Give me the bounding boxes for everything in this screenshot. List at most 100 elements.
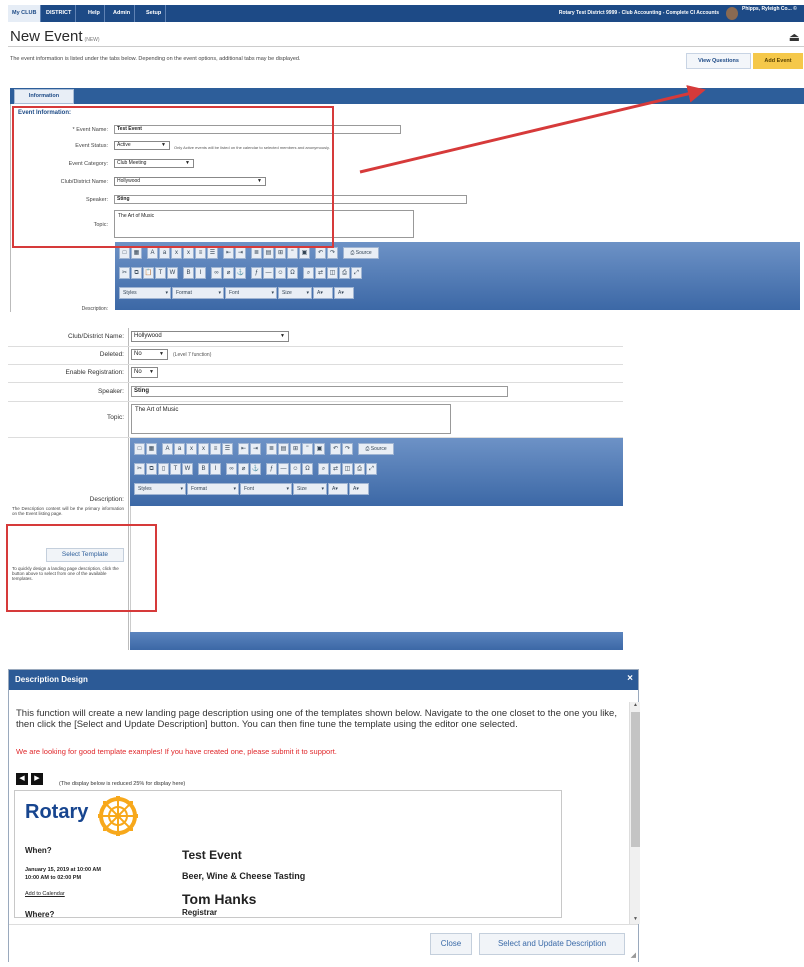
table-icon[interactable]: ⊞ bbox=[275, 247, 286, 259]
prev-template-button[interactable]: ◀ bbox=[16, 773, 28, 785]
redo-icon[interactable]: ↷ bbox=[342, 443, 353, 455]
add-event-button[interactable]: Add Event bbox=[753, 53, 803, 69]
font-a-icon[interactable]: A bbox=[147, 247, 158, 259]
indent-icon[interactable]: ⇥ bbox=[235, 247, 246, 259]
italic-icon[interactable]: I bbox=[210, 463, 221, 475]
replace-icon[interactable]: ⇄ bbox=[315, 267, 326, 279]
italic-icon[interactable]: I bbox=[195, 267, 206, 279]
hr-icon[interactable]: — bbox=[263, 267, 274, 279]
topic-textarea-2[interactable]: The Art of Music bbox=[131, 404, 451, 434]
source-button[interactable]: ⎙ Source bbox=[358, 443, 394, 455]
bg-color-dropdown[interactable]: A▾ bbox=[349, 483, 369, 495]
paste-icon[interactable]: ▯ bbox=[158, 463, 169, 475]
table-icon[interactable]: ⊞ bbox=[290, 443, 301, 455]
speaker-input-2[interactable]: Sting bbox=[131, 386, 508, 397]
bullet-list-icon[interactable]: ☰ bbox=[207, 247, 218, 259]
user-name[interactable]: Phipps, Ryleigh Co... © bbox=[742, 6, 802, 13]
undo-icon[interactable]: ↶ bbox=[315, 247, 326, 259]
font-dropdown[interactable]: Font ▾ bbox=[225, 287, 277, 299]
smiley-icon[interactable]: ☺ bbox=[290, 463, 301, 475]
view-questions-button[interactable]: View Questions bbox=[686, 53, 751, 69]
text-color-icon[interactable]: a bbox=[174, 443, 185, 455]
hr-icon[interactable]: — bbox=[278, 463, 289, 475]
deleted-select[interactable]: No ▼ bbox=[131, 349, 168, 360]
styles-dropdown[interactable]: Styles ▾ bbox=[119, 287, 171, 299]
image-icon[interactable]: ▣ bbox=[314, 443, 325, 455]
paste-icon[interactable]: 📋 bbox=[143, 267, 154, 279]
align-left-icon[interactable]: ≣ bbox=[266, 443, 277, 455]
superscript-icon[interactable]: x bbox=[198, 443, 209, 455]
ordered-list-icon[interactable]: ≡ bbox=[195, 247, 206, 259]
bg-color-dropdown[interactable]: A▾ bbox=[334, 287, 354, 299]
image-icon[interactable]: ▣ bbox=[299, 247, 310, 259]
resize-grip-icon[interactable]: ◢ bbox=[631, 951, 636, 959]
unlink-icon[interactable]: ⌀ bbox=[223, 267, 234, 279]
scroll-thumb[interactable] bbox=[631, 712, 640, 847]
outdent-icon[interactable]: ⇤ bbox=[238, 443, 249, 455]
description-editor[interactable] bbox=[130, 506, 623, 632]
flash-icon[interactable]: ƒ bbox=[266, 463, 277, 475]
tab-information[interactable]: Information bbox=[14, 89, 74, 104]
bullet-list-icon[interactable]: ☰ bbox=[222, 443, 233, 455]
copy-icon[interactable]: ⧉ bbox=[146, 463, 157, 475]
paste-text-icon[interactable]: T bbox=[155, 267, 166, 279]
cut-icon[interactable]: ✂ bbox=[134, 463, 145, 475]
bold-icon[interactable]: B bbox=[198, 463, 209, 475]
text-color-icon[interactable]: a bbox=[159, 247, 170, 259]
outdent-icon[interactable]: ⇤ bbox=[223, 247, 234, 259]
align-justify-icon[interactable]: ▤ bbox=[278, 443, 289, 455]
exit-icon[interactable]: ⏏ bbox=[789, 30, 800, 44]
tab-setup[interactable]: Setup bbox=[142, 5, 167, 22]
club-district-select-2[interactable]: Hollywood ▼ bbox=[131, 331, 289, 342]
size-dropdown[interactable]: Size ▾ bbox=[278, 287, 312, 299]
font-a-icon[interactable]: A bbox=[162, 443, 173, 455]
copy-icon[interactable]: ⧉ bbox=[131, 267, 142, 279]
new-page-icon[interactable]: □ bbox=[134, 443, 145, 455]
unlink-icon[interactable]: ⌀ bbox=[238, 463, 249, 475]
paste-word-icon[interactable]: W bbox=[167, 267, 178, 279]
paste-text-icon[interactable]: T bbox=[170, 463, 181, 475]
close-icon[interactable]: × bbox=[627, 673, 633, 684]
redo-icon[interactable]: ↷ bbox=[327, 247, 338, 259]
find-icon[interactable]: ⌕ bbox=[318, 463, 329, 475]
undo-icon[interactable]: ↶ bbox=[330, 443, 341, 455]
select-all-icon[interactable]: ◫ bbox=[342, 463, 353, 475]
source-button[interactable]: ⎙ Source bbox=[343, 247, 379, 259]
scroll-down-icon[interactable]: ▼ bbox=[630, 916, 641, 924]
align-left-icon[interactable]: ≣ bbox=[251, 247, 262, 259]
tab-help[interactable]: Help bbox=[84, 5, 105, 22]
add-to-calendar-link[interactable]: Add to Calendar bbox=[25, 891, 65, 897]
size-dropdown[interactable]: Size ▾ bbox=[293, 483, 327, 495]
dialog-scrollbar[interactable]: ▲ ▼ bbox=[629, 702, 640, 924]
smiley-icon[interactable]: ☺ bbox=[275, 267, 286, 279]
bold-icon[interactable]: B bbox=[183, 267, 194, 279]
subscript-icon[interactable]: x bbox=[186, 443, 197, 455]
ordered-list-icon[interactable]: ≡ bbox=[210, 443, 221, 455]
enable-registration-select[interactable]: No ▼ bbox=[131, 367, 158, 378]
indent-icon[interactable]: ⇥ bbox=[250, 443, 261, 455]
scroll-up-icon[interactable]: ▲ bbox=[630, 702, 641, 710]
avatar[interactable] bbox=[726, 7, 738, 20]
next-template-button[interactable]: ▶ bbox=[31, 773, 43, 785]
styles-dropdown[interactable]: Styles ▾ bbox=[134, 483, 186, 495]
quote-icon[interactable]: " bbox=[287, 247, 298, 259]
format-dropdown[interactable]: Format ▾ bbox=[187, 483, 239, 495]
replace-icon[interactable]: ⇄ bbox=[330, 463, 341, 475]
maximize-icon[interactable]: ⤢ bbox=[366, 463, 377, 475]
font-dropdown[interactable]: Font ▾ bbox=[240, 483, 292, 495]
cut-icon[interactable]: ✂ bbox=[119, 267, 130, 279]
find-icon[interactable]: ⌕ bbox=[303, 267, 314, 279]
special-char-icon[interactable]: Ω bbox=[302, 463, 313, 475]
close-button[interactable]: Close bbox=[430, 933, 472, 955]
tab-district[interactable]: DISTRICT bbox=[42, 5, 77, 22]
align-justify-icon[interactable]: ▤ bbox=[263, 247, 274, 259]
anchor-icon[interactable]: ⚓ bbox=[250, 463, 261, 475]
superscript-icon[interactable]: x bbox=[183, 247, 194, 259]
templates-icon[interactable]: ▦ bbox=[131, 247, 142, 259]
paste-word-icon[interactable]: W bbox=[182, 463, 193, 475]
tab-my-club[interactable]: My CLUB bbox=[8, 5, 42, 22]
select-and-update-button[interactable]: Select and Update Description bbox=[479, 933, 625, 955]
special-char-icon[interactable]: Ω bbox=[287, 267, 298, 279]
templates-icon[interactable]: ▦ bbox=[146, 443, 157, 455]
subscript-icon[interactable]: x bbox=[171, 247, 182, 259]
